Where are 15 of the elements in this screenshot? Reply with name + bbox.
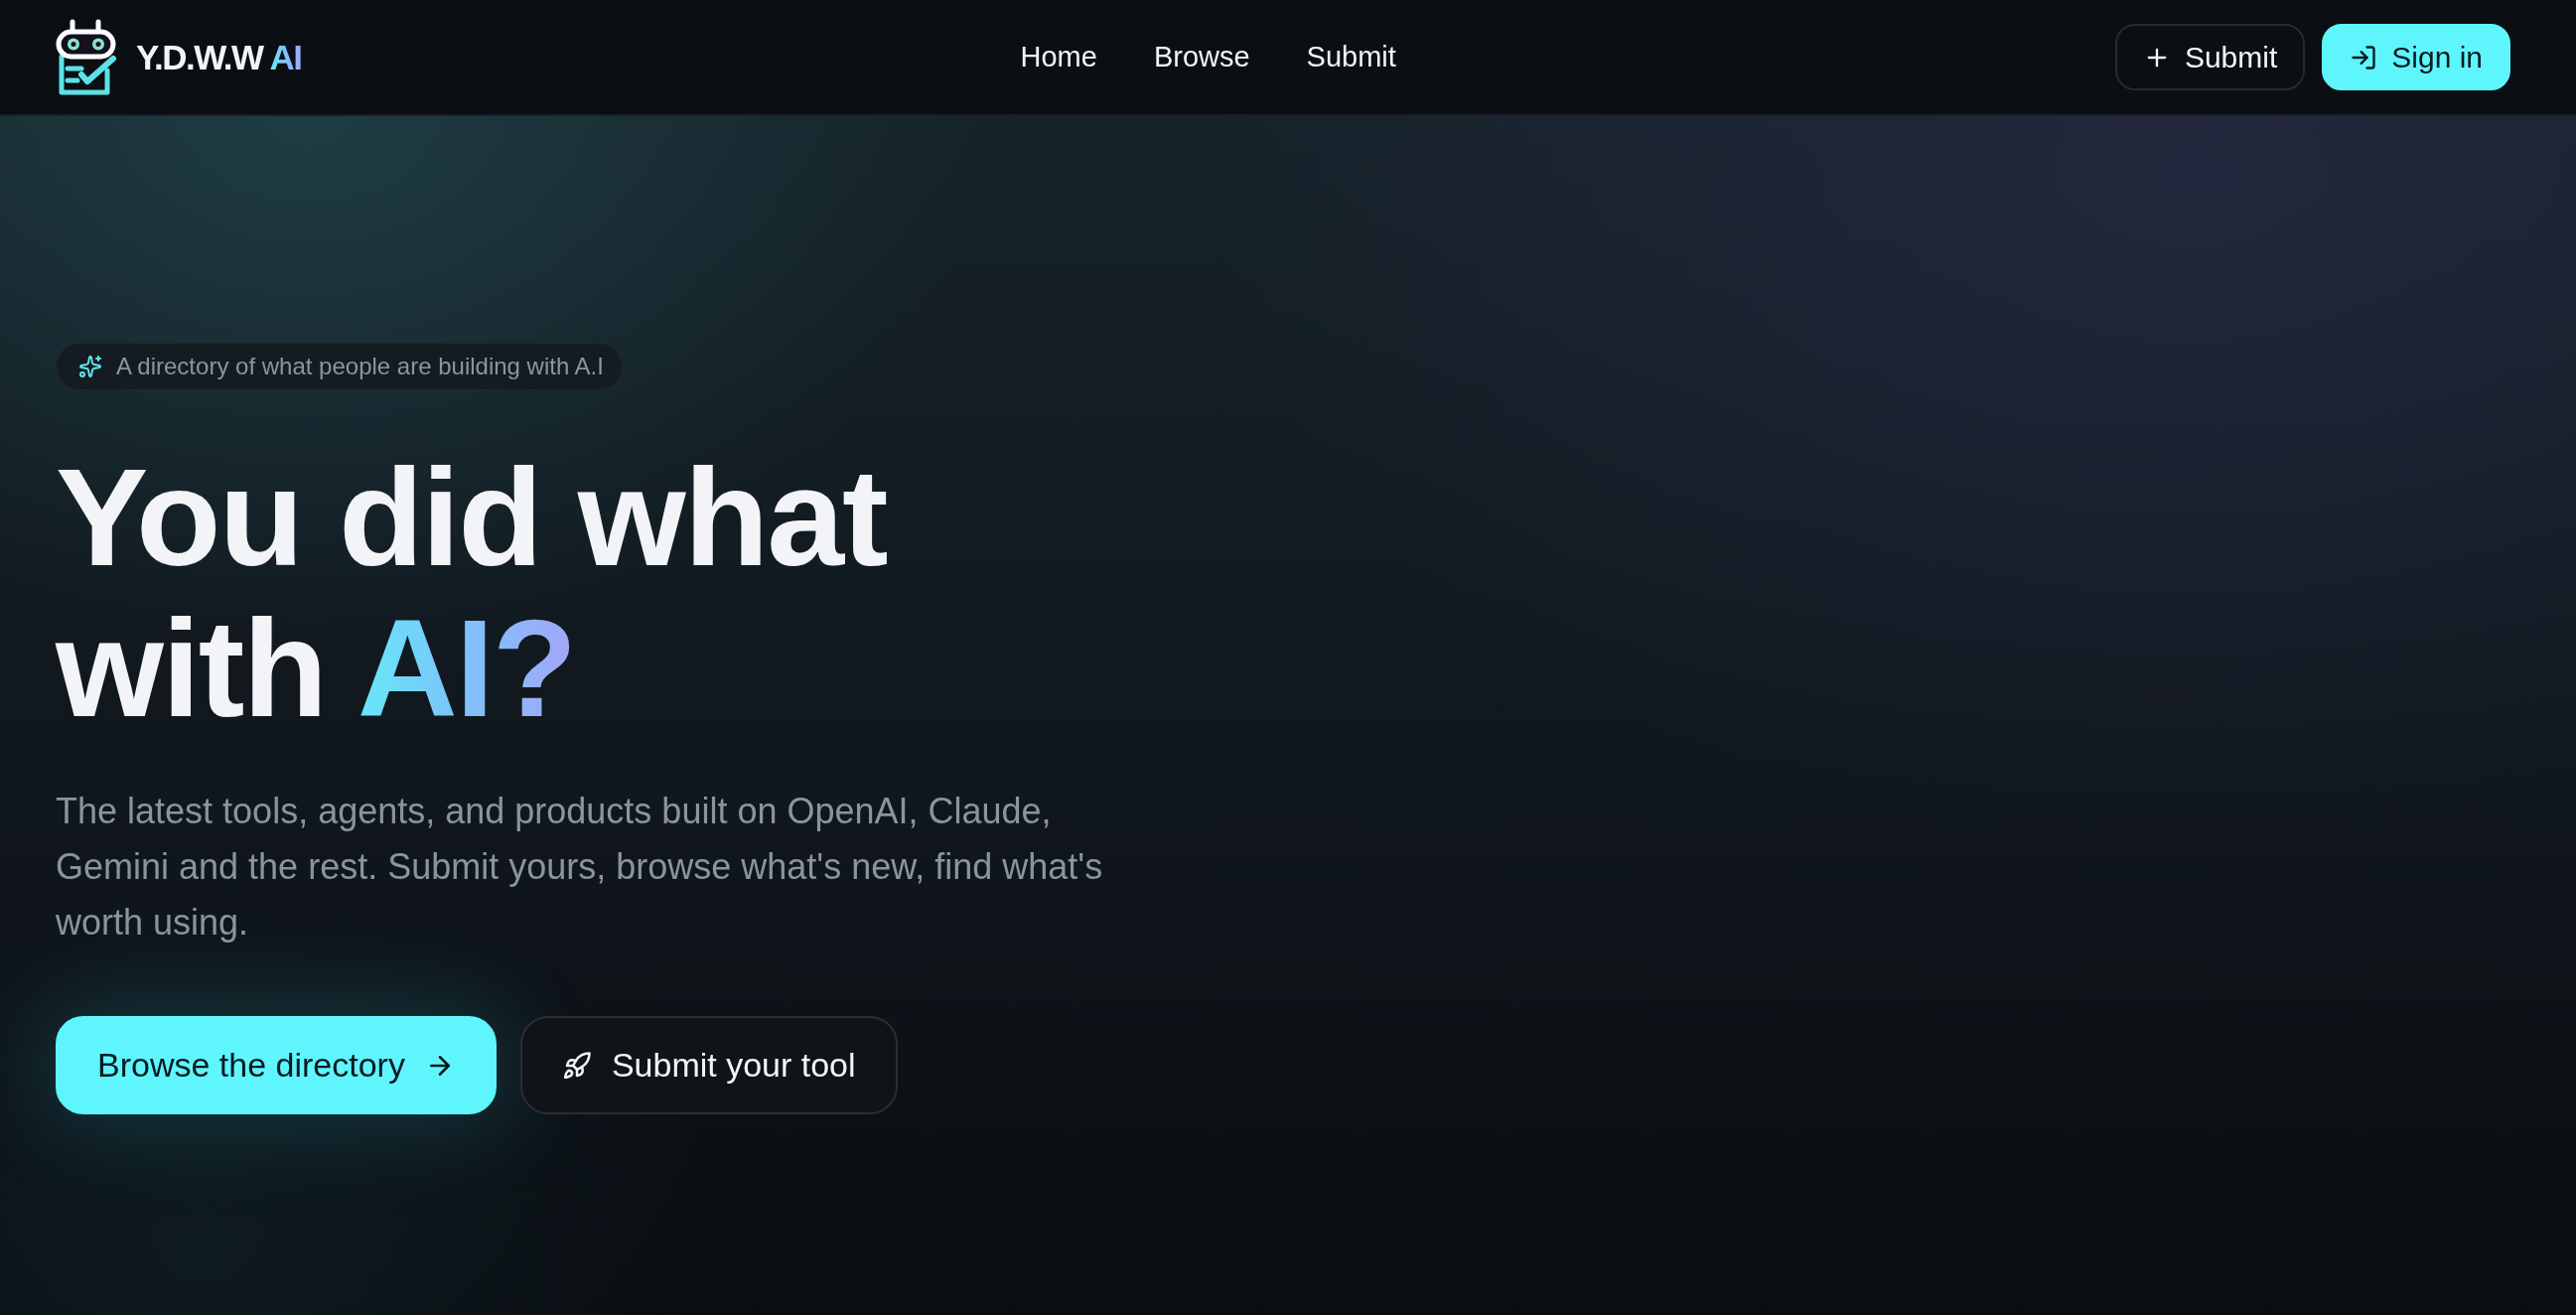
nav-link[interactable]: Submit (1306, 41, 1396, 73)
browse-directory-button[interactable]: Browse the directory (56, 1016, 497, 1114)
hero-headline: You did what with AI? (56, 442, 887, 744)
robot-logo-icon[interactable] (56, 18, 119, 96)
sparkle-icon (78, 355, 102, 378)
rocket-icon (561, 1050, 592, 1081)
login-icon (2350, 43, 2378, 72)
submit-button[interactable]: Submit (2114, 24, 2306, 90)
badge-text: A directory of what people are building with A.I (116, 353, 604, 380)
submit-tool-button[interactable]: Submit your tool (519, 1016, 898, 1114)
hero-description: The latest tools, agents, and products built on OpenAI, Claude, Gemini and the rest. Submit yours, browse what's new, find what's worth using. (56, 790, 1104, 945)
sign-in-button[interactable]: Sign in (2322, 24, 2510, 90)
nav-link[interactable]: Home (1020, 41, 1097, 73)
nav-link[interactable]: Browse (1153, 41, 1250, 73)
logo-text[interactable]: Y.D.W.W AI (136, 37, 302, 77)
